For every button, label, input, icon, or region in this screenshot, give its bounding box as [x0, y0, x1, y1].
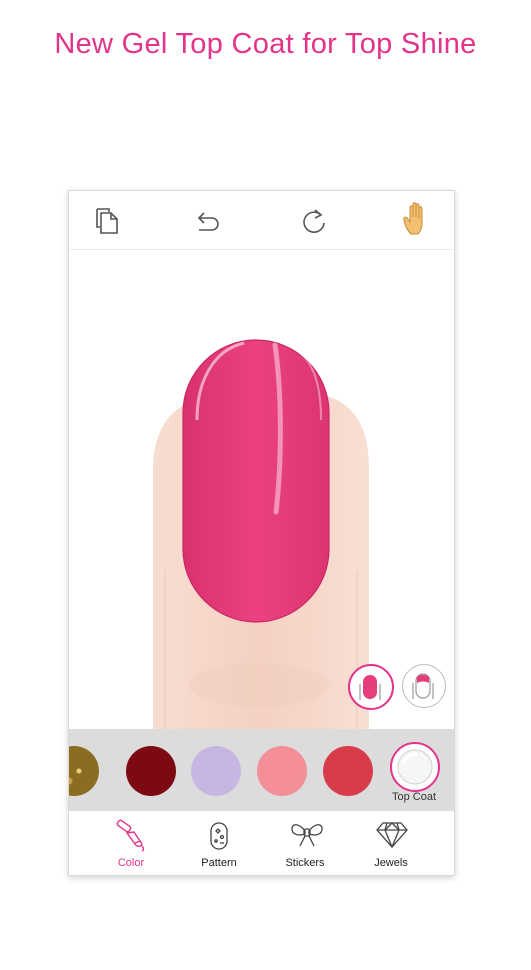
- tab-stickers[interactable]: Stickers: [265, 811, 345, 875]
- tip-nail-mode-button[interactable]: [402, 664, 446, 708]
- tip-nail-icon: [412, 673, 434, 699]
- copy-button[interactable]: [89, 203, 123, 237]
- top-coat-label: Top Coat: [391, 791, 437, 803]
- pattern-icon: [210, 822, 228, 850]
- tab-pattern-label: Pattern: [201, 857, 237, 869]
- hand-icon: [403, 202, 423, 235]
- tab-stickers-label: Stickers: [285, 857, 325, 869]
- finger-illustration: [153, 339, 369, 730]
- redo-button[interactable]: [297, 203, 331, 237]
- top-coat-swatch[interactable]: [390, 742, 440, 792]
- nail-shape: [183, 340, 329, 622]
- tab-jewels[interactable]: Jewels: [351, 811, 431, 875]
- swatch-red[interactable]: [323, 746, 373, 796]
- nail-canvas[interactable]: [69, 250, 454, 730]
- swatch-salmon-pink[interactable]: [257, 746, 307, 796]
- tab-jewels-label: Jewels: [374, 857, 408, 869]
- full-nail-mode-button[interactable]: [348, 664, 394, 710]
- copy-icon: [96, 208, 118, 234]
- tab-color-label: Color: [117, 857, 145, 869]
- phone-screen: Top Coat Color Pattern Stickers Jewels: [68, 190, 455, 876]
- tab-pattern[interactable]: Pattern: [179, 811, 259, 875]
- undo-icon: [197, 212, 219, 231]
- swatch-gold-glitter[interactable]: [69, 746, 99, 796]
- top-toolbar: [69, 191, 454, 250]
- top-coat-icon: [397, 749, 433, 785]
- color-palette: Top Coat: [69, 729, 454, 811]
- hand-button[interactable]: [401, 200, 435, 235]
- nail-polish-icon: [116, 819, 145, 852]
- diamond-icon: [376, 822, 408, 849]
- tab-color[interactable]: Color: [91, 811, 171, 875]
- bow-icon: [291, 824, 323, 847]
- undo-button[interactable]: [191, 203, 225, 237]
- full-nail-icon: [359, 675, 381, 700]
- bottom-tab-bar: Color Pattern Stickers Jewels: [69, 811, 454, 875]
- redo-icon: [303, 209, 325, 233]
- swatch-dark-red[interactable]: [126, 746, 176, 796]
- swatch-lavender[interactable]: [191, 746, 241, 796]
- page-headline: New Gel Top Coat for Top Shine: [54, 28, 477, 60]
